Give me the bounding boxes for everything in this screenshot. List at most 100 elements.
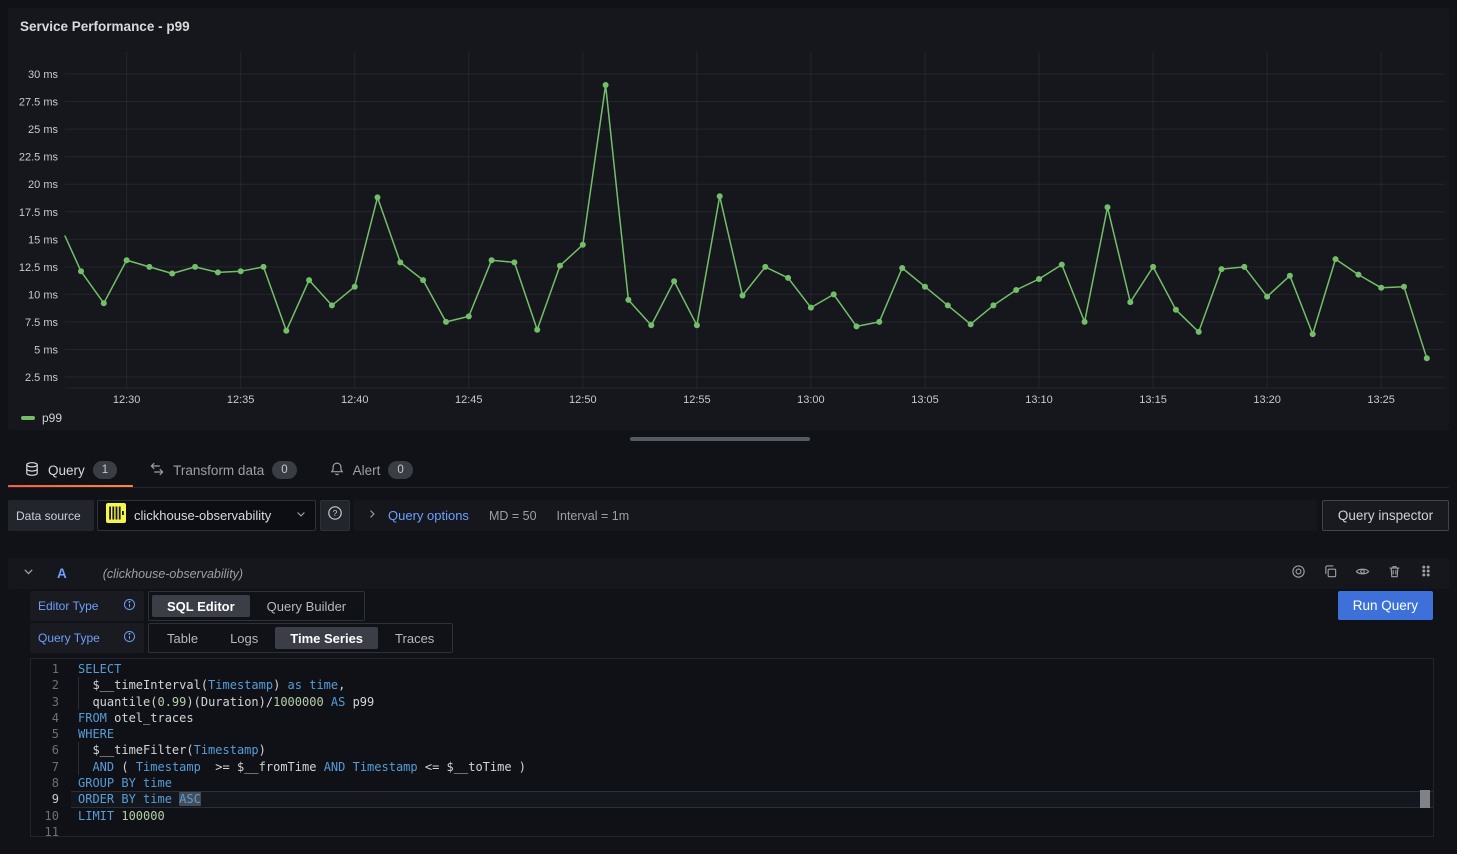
- database-icon: [24, 461, 40, 480]
- sql-line-code: SELECT: [78, 662, 121, 676]
- chevron-right-icon: [366, 507, 378, 525]
- editor-type-group: SQL Editor Query Builder: [148, 591, 365, 621]
- query-datasource-subtitle: (clickhouse-observability): [103, 567, 243, 581]
- sql-line-4[interactable]: 4 FROM otel_traces: [31, 710, 1433, 726]
- datasource-picker[interactable]: clickhouse-observability: [97, 500, 316, 531]
- editor-type-label: Editor Type: [30, 591, 144, 621]
- datasource-label: Data source: [8, 500, 94, 531]
- timeseries-chart[interactable]: 2.5 ms5 ms7.5 ms10 ms12.5 ms15 ms17.5 ms…: [8, 8, 1449, 430]
- info-icon[interactable]: [123, 630, 136, 646]
- svg-text:13:05: 13:05: [911, 394, 939, 406]
- svg-text:12:55: 12:55: [683, 394, 711, 406]
- svg-text:10 ms: 10 ms: [28, 289, 58, 301]
- query-options-toggle[interactable]: Query options MD = 50 Interval = 1m: [354, 500, 1317, 531]
- svg-text:13:00: 13:00: [797, 394, 825, 406]
- panel-title: Service Performance - p99: [20, 19, 190, 34]
- line-number: 10: [31, 808, 59, 824]
- query-type-traces[interactable]: Traces: [380, 627, 449, 649]
- tab-transform-data[interactable]: Transform data 0: [133, 452, 312, 488]
- info-icon[interactable]: [123, 598, 136, 614]
- svg-text:12:35: 12:35: [227, 394, 255, 406]
- sql-line-code: LIMIT 100000: [78, 809, 165, 823]
- editor-type-query-builder[interactable]: Query Builder: [252, 595, 361, 617]
- query-type-row: Query Type Table Logs Time Series Traces: [30, 623, 453, 653]
- run-query-button[interactable]: Run Query: [1338, 591, 1433, 620]
- help-circle-icon: ?: [327, 505, 343, 526]
- svg-text:13:25: 13:25: [1367, 394, 1395, 406]
- svg-text:12.5 ms: 12.5 ms: [19, 262, 59, 274]
- legend-series-label: p99: [42, 411, 62, 425]
- tab-alert[interactable]: Alert 0: [313, 452, 429, 488]
- line-number: 11: [31, 824, 59, 837]
- legend-color-swatch: [21, 416, 35, 420]
- sql-line-11[interactable]: 11: [31, 824, 1433, 837]
- datasource-value: clickhouse-observability: [134, 508, 287, 523]
- editor-type-label-text: Editor Type: [38, 599, 98, 613]
- editor-type-row: Editor Type SQL Editor Query Builder: [30, 591, 365, 621]
- svg-text:2.5 ms: 2.5 ms: [25, 372, 59, 384]
- sql-line-5[interactable]: 5 WHERE: [31, 726, 1433, 742]
- grafana-panel-edit-view: Service Performance - p99 2.5 ms5 ms7.5 …: [0, 0, 1457, 854]
- query-type-label: Query Type: [30, 623, 144, 653]
- hide-response-eye-icon[interactable]: [1355, 564, 1370, 584]
- svg-text:30 ms: 30 ms: [28, 69, 58, 81]
- tab-query[interactable]: Query 1: [8, 452, 133, 488]
- chart-legend-item[interactable]: p99: [21, 411, 62, 425]
- editor-cursor-marker: [1420, 790, 1430, 808]
- svg-text:15 ms: 15 ms: [28, 234, 58, 246]
- query-row-header[interactable]: A (clickhouse-observability): [8, 558, 1449, 589]
- query-options-label: Query options: [388, 508, 469, 523]
- line-number: 5: [31, 726, 59, 742]
- tab-query-count-badge: 1: [93, 461, 117, 479]
- panel-resize-handle[interactable]: [630, 437, 810, 441]
- svg-text:17.5 ms: 17.5 ms: [19, 207, 59, 219]
- disable-query-icon[interactable]: [1291, 564, 1306, 584]
- sql-line-2[interactable]: 2 $__timeInterval(Timestamp) as time,: [31, 677, 1433, 693]
- tab-query-label: Query: [48, 463, 85, 478]
- query-type-table[interactable]: Table: [152, 627, 213, 649]
- timeseries-panel: Service Performance - p99 2.5 ms5 ms7.5 …: [8, 8, 1449, 430]
- query-type-logs[interactable]: Logs: [215, 627, 273, 649]
- duplicate-query-icon[interactable]: [1323, 564, 1338, 584]
- collapse-chevron-icon[interactable]: [22, 565, 35, 583]
- svg-text:25 ms: 25 ms: [28, 124, 58, 136]
- sql-line-8[interactable]: 8GROUP BY time: [31, 775, 1433, 791]
- tab-transform-count-badge: 0: [272, 461, 296, 479]
- line-number: 6: [31, 742, 59, 758]
- editor-tabs: Query 1 Transform data 0 Alert 0: [8, 452, 429, 488]
- sql-line-7[interactable]: 7 AND ( Timestamp >= $__fromTime AND Tim…: [31, 759, 1433, 775]
- tab-alert-label: Alert: [353, 463, 381, 478]
- sql-line-3[interactable]: 3 quantile(0.99)(Duration)/1000000 AS p9…: [31, 694, 1433, 710]
- svg-text:13:10: 13:10: [1025, 394, 1053, 406]
- remove-query-trash-icon[interactable]: [1387, 564, 1402, 584]
- datasource-row: Data source clickhouse-observability: [8, 500, 1449, 531]
- clickhouse-icon: [106, 503, 126, 528]
- sql-line-10[interactable]: 10 LIMIT 100000: [31, 808, 1433, 824]
- chart-svg: 2.5 ms5 ms7.5 ms10 ms12.5 ms15 ms17.5 ms…: [8, 8, 1449, 430]
- query-row-actions: [1291, 564, 1433, 584]
- sql-line-code: $__timeFilter(Timestamp): [78, 743, 266, 757]
- bell-icon: [329, 461, 345, 480]
- drag-handle-icon[interactable]: [1419, 564, 1433, 583]
- sql-line-1[interactable]: 1SELECT: [31, 661, 1433, 677]
- line-number: 2: [31, 677, 59, 693]
- svg-text:12:30: 12:30: [113, 394, 141, 406]
- svg-text:5 ms: 5 ms: [34, 345, 58, 357]
- sql-line-code: FROM otel_traces: [78, 711, 194, 725]
- query-type-time-series[interactable]: Time Series: [275, 627, 378, 649]
- sql-line-6[interactable]: 6 $__timeFilter(Timestamp): [31, 742, 1433, 758]
- line-number: 4: [31, 710, 59, 726]
- sql-line-9[interactable]: 9ORDER BY time ASC: [31, 791, 1433, 807]
- svg-text:13:15: 13:15: [1139, 394, 1167, 406]
- line-number: 7: [31, 759, 59, 775]
- line-number: 3: [31, 694, 59, 710]
- sql-line-code: GROUP BY time: [78, 776, 172, 790]
- svg-text:27.5 ms: 27.5 ms: [19, 97, 59, 109]
- chevron-down-icon: [295, 507, 307, 525]
- query-inspector-button[interactable]: Query inspector: [1322, 500, 1449, 531]
- sql-line-code: WHERE: [78, 727, 114, 741]
- editor-type-sql-editor[interactable]: SQL Editor: [152, 595, 250, 617]
- datasource-help-button[interactable]: ?: [320, 500, 350, 531]
- sql-line-code: $__timeInterval(Timestamp) as time,: [78, 678, 345, 692]
- sql-code-editor[interactable]: 1SELECT2 $__timeInterval(Timestamp) as t…: [30, 658, 1434, 837]
